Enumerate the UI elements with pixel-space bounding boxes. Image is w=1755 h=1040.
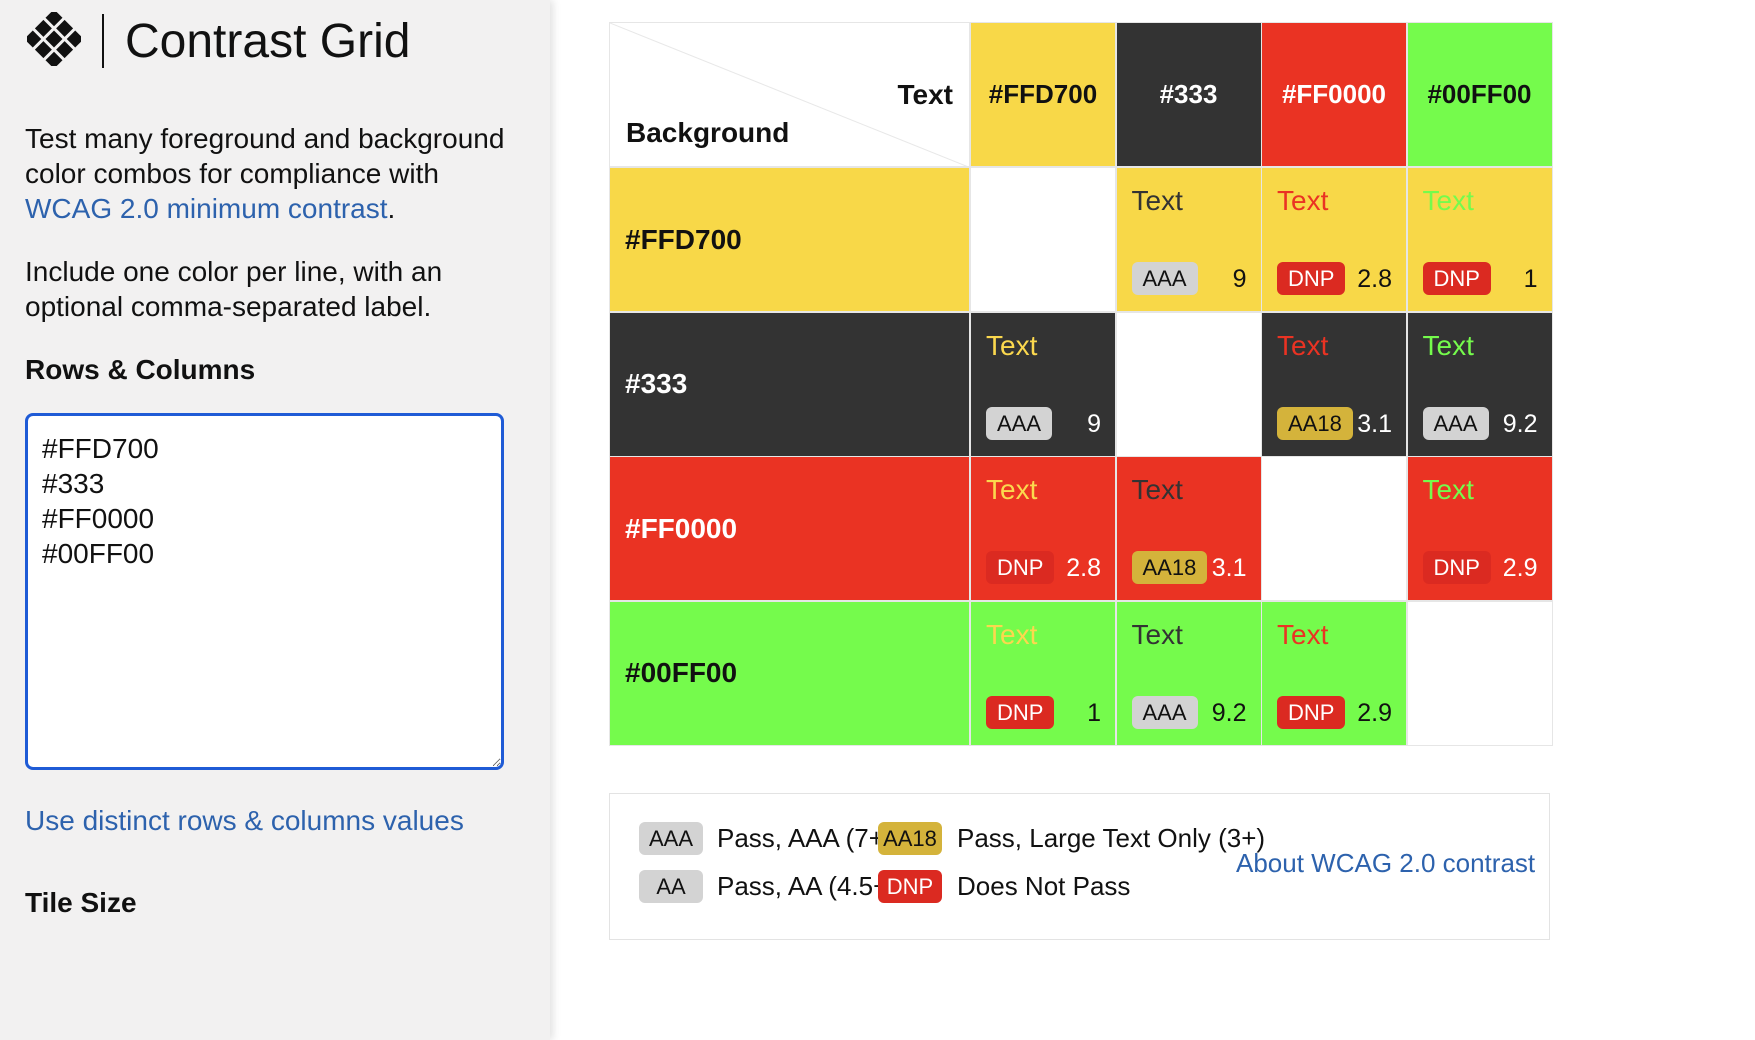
contrast-ratio: 2.8 [1066,554,1101,582]
tile-size-label: Tile Size [25,887,137,918]
legend-aa-text: Pass, AA (4.5+) [717,871,897,901]
legend: AAA Pass, AAA (7+) AA18 Pass, Large Text… [609,793,1550,940]
rating-badge: DNP [1422,551,1491,584]
combo-cell-ffd700-on-ff0000: Text DNP 2.8 [1261,167,1407,312]
background-axis-label: Background [626,117,790,148]
legend-aa-badge: AA [639,870,703,903]
contrast-ratio: 2.8 [1357,265,1392,293]
contrast-ratio: 2.9 [1357,698,1392,727]
rating-badge: AA18 [1277,406,1353,440]
column-header-ff0000: #FF0000 [1261,22,1407,167]
empty-cell-ffd700 [970,167,1116,312]
combo-cell-00ff00-on-ffd700: Text DNP 1 [970,600,1116,746]
contrast-ratio: 9.2 [1211,698,1247,727]
sidebar: Contrast Grid Test many foreground and b… [0,0,550,1040]
rating-badge: DNP [1277,695,1346,729]
grid-corner-header: Text Background [609,22,970,167]
combo-cell-ffd700-on-333: Text AAA 9 [1115,167,1262,312]
empty-cell-333 [1115,311,1262,457]
rating-badge: DNP [986,695,1055,729]
combo-cell-ff0000-on-333: Text AA18 3.1 [1115,456,1262,601]
distinct-rows-columns-link[interactable]: Use distinct rows & columns values [25,803,464,838]
wcag-contrast-link[interactable]: WCAG 2.0 minimum contrast [25,193,388,224]
combo-cell-00ff00-on-333: Text AAA 9.2 [1115,600,1262,746]
contrast-grid-logo-icon [24,9,84,69]
legend-aaa-text: Pass, AAA (7+) [717,823,893,853]
rating-badge: AAA [1131,262,1198,295]
rating-badge: AAA [1131,695,1198,729]
intro-text-period: . [387,193,396,224]
row-header-00ff00: #00FF00 [609,600,970,746]
legend-aa18-text: Pass, Large Text Only (3+) [957,823,1266,853]
sample-text: Text [986,329,1038,361]
combo-cell-00ff00-on-ff0000: Text DNP 2.9 [1261,600,1407,746]
contrast-ratio: 2.9 [1502,554,1538,582]
sample-text: Text [986,474,1038,505]
sample-text: Text [1422,185,1474,216]
legend-dnp-badge: DNP [878,870,942,903]
sample-text: Text [1422,474,1474,505]
legend-aa18-badge: AA18 [878,822,942,855]
rating-badge: AAA [986,406,1053,440]
contrast-ratio: 1 [1523,265,1538,293]
contrast-ratio: 3.1 [1357,409,1392,438]
empty-cell-ff0000 [1261,456,1407,601]
rating-badge: AAA [1422,406,1489,440]
combo-cell-333-on-00ff00: Text AAA 9.2 [1406,311,1553,457]
combo-cell-ff0000-on-00ff00: Text DNP 2.9 [1406,456,1553,601]
rows-columns-input[interactable] [25,413,504,770]
column-header-333: #333 [1115,22,1262,167]
combo-cell-333-on-ffd700: Text AAA 9 [970,311,1116,457]
contrast-ratio: 3.1 [1211,554,1247,582]
row-header-ffd700: #FFD700 [609,167,970,312]
contrast-ratio: 9 [1087,409,1101,438]
contrast-ratio: 9 [1232,265,1247,293]
column-header-00ff00: #00FF00 [1406,22,1553,167]
combo-cell-ff0000-on-ffd700: Text DNP 2.8 [970,456,1116,601]
rating-badge: AA18 [1131,551,1208,584]
rating-badge: DNP [1277,262,1346,295]
column-header-ffd700: #FFD700 [970,22,1116,167]
sample-text: Text [1422,329,1474,361]
rating-badge: DNP [986,551,1055,584]
legend-dnp-text: Does Not Pass [957,871,1131,901]
sample-text: Text [1277,329,1329,361]
sample-text: Text [986,618,1038,650]
instructions-text: Include one color per line, with an opti… [25,256,443,322]
combo-cell-333-on-ff0000: Text AA18 3.1 [1261,311,1407,457]
sample-text: Text [1277,185,1329,216]
contrast-ratio: 1 [1087,698,1101,727]
legend-aaa-badge: AAA [639,822,703,855]
intro-text: Test many foreground and background colo… [25,121,525,226]
intro-text-body: Test many foreground and background colo… [25,123,505,189]
empty-cell-00ff00 [1406,600,1553,746]
row-header-333: #333 [609,311,970,457]
rows-columns-label: Rows & Columns [25,354,256,385]
sample-text: Text [1131,185,1183,216]
text-axis-label: Text [897,79,954,110]
about-wcag-contrast-link[interactable]: About WCAG 2.0 contrast [1236,847,1535,880]
sample-text: Text [1131,618,1183,650]
title-separator [102,14,104,68]
app-title: Contrast Grid [125,15,411,68]
combo-cell-ffd700-on-00ff00: Text DNP 1 [1406,167,1553,312]
sample-text: Text [1131,474,1183,505]
row-header-ff0000: #FF0000 [609,456,970,601]
sample-text: Text [1277,618,1329,650]
rating-badge: DNP [1422,262,1491,295]
contrast-ratio: 9.2 [1502,409,1538,438]
